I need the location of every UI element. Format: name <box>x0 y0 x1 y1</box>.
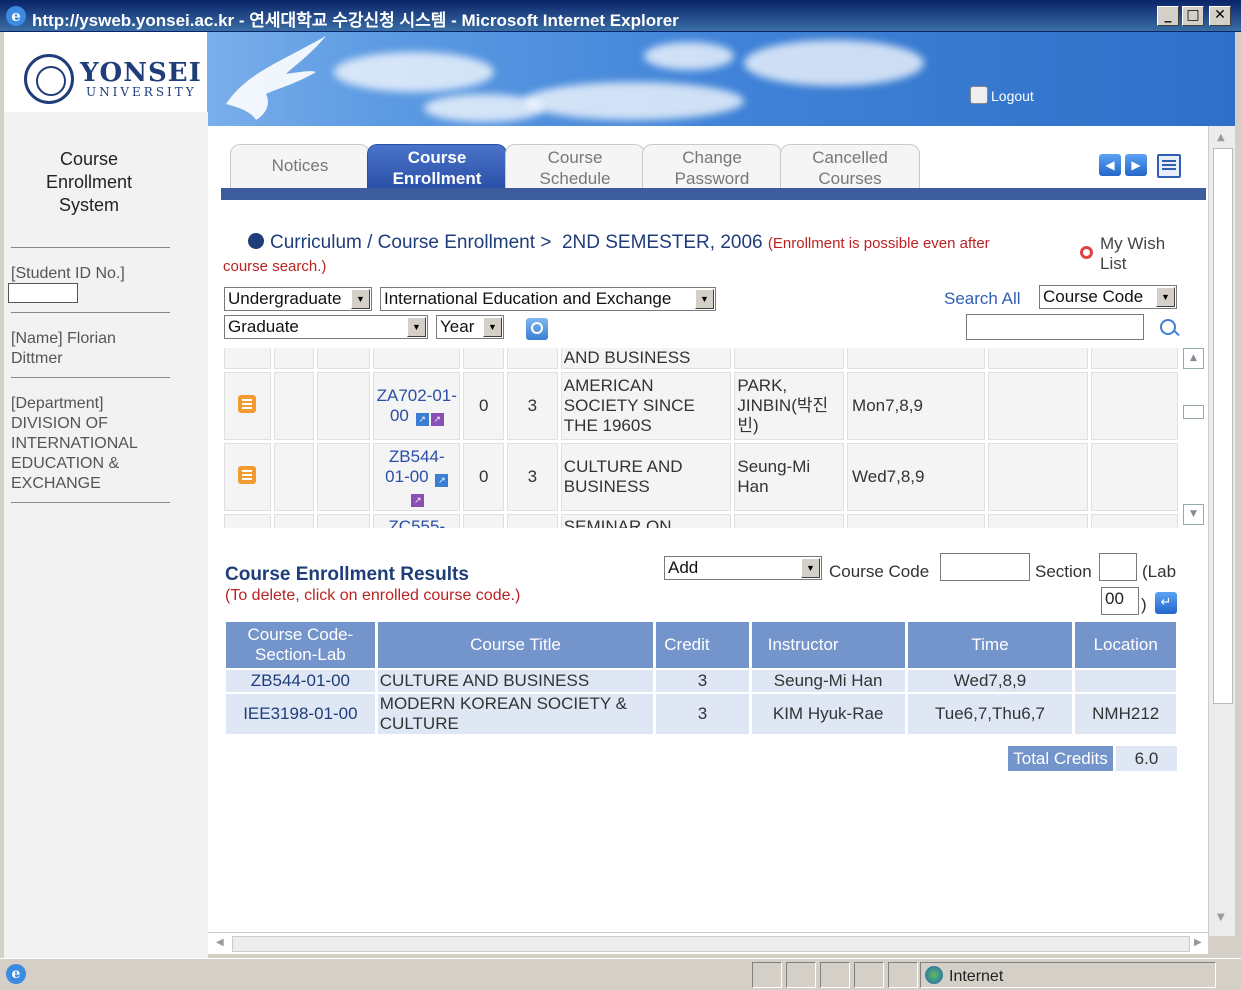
table-row: IEE3198-01-00 MODERN KOREAN SOCIETY & CU… <box>226 694 1176 734</box>
student-name: [Name] Florian Dittmer <box>11 330 116 367</box>
internet-explorer-icon: e <box>6 6 26 26</box>
chevron-down-icon: ▼ <box>407 317 426 337</box>
table-row: ZB544- 01-00 ↗ ↗ 0 3 CULTURE AND BUSINESS … <box>224 443 1178 511</box>
link-icon: ↗ <box>435 474 449 487</box>
window-title-bar: e http://ysweb.yonsei.ac.kr - 연세대학교 수강신청… <box>0 0 1241 32</box>
link-icon: ↗ <box>415 413 429 426</box>
chevron-down-icon: ▼ <box>483 317 502 337</box>
enter-icon[interactable]: ↵ <box>1155 592 1177 614</box>
level-select[interactable]: Undergraduate ▼ <box>224 287 372 311</box>
chevron-down-icon: ▼ <box>695 289 714 309</box>
page-icon: e <box>6 964 26 984</box>
eagle-icon <box>226 36 326 120</box>
scroll-up-icon: ▲ <box>1217 132 1225 143</box>
table-row: ZA702-01- 00 ↗ ↗ 0 3 AMERICAN SOCIETY SINC… <box>224 372 1178 440</box>
tab-underline <box>221 188 1206 200</box>
print-icon[interactable] <box>1157 154 1181 178</box>
course-code-label: Course Code <box>829 562 930 581</box>
tab-notices[interactable]: Notices <box>230 144 370 190</box>
department-select[interactable]: International Education and Exchange ▼ <box>380 287 716 311</box>
total-credits-value: 6.0 <box>1116 746 1177 771</box>
course-code-link[interactable]: ZB544- 01-00 ↗ ↗ <box>373 443 461 511</box>
scroll-right-icon: ▶ <box>1194 937 1202 948</box>
globe-icon <box>925 966 943 984</box>
table-row: AND BUSINESS <box>224 348 1178 369</box>
detail-icon[interactable] <box>238 465 257 484</box>
syllabus-icon: ↗ <box>430 413 444 426</box>
year-select[interactable]: Year ▼ <box>436 315 504 339</box>
yonsei-seal-icon <box>24 54 74 104</box>
next-page-button[interactable]: ▶ <box>1125 154 1147 176</box>
search-input[interactable] <box>966 314 1144 340</box>
scroll-up-icon: ▲ <box>1183 348 1204 369</box>
student-id-field <box>8 283 78 303</box>
bullet-icon <box>248 233 264 249</box>
action-select[interactable]: Add ▼ <box>664 556 822 580</box>
yonsei-logo[interactable]: YONSEI UNIVERSITY <box>4 32 207 112</box>
minimize-button[interactable]: _ <box>1157 6 1179 26</box>
detail-icon[interactable] <box>238 394 257 413</box>
system-title: Course Enrollment System <box>45 149 133 215</box>
lab-input[interactable]: 00 <box>1101 587 1139 615</box>
radio-icon <box>1080 246 1093 259</box>
close-window-button[interactable]: ✕ <box>1209 6 1231 26</box>
chevron-down-icon: ▼ <box>801 558 820 578</box>
tab-course-schedule[interactable]: Course Schedule <box>505 144 645 190</box>
course-list-scrollbar[interactable]: ▲ ▼ <box>1181 348 1206 528</box>
student-id-label: [Student ID No.] <box>11 265 125 282</box>
chevron-down-icon: ▼ <box>351 289 370 309</box>
prev-page-button[interactable]: ◀ <box>1099 154 1121 176</box>
tab-change-password[interactable]: Change Password <box>642 144 782 190</box>
main-content: Notices Course Enrollment Course Schedule … <box>208 126 1208 936</box>
logout-link[interactable]: Logout <box>970 86 1034 104</box>
page-vertical-scrollbar[interactable]: ▲ ▼ <box>1208 126 1235 936</box>
table-row: ZC555- SEMINAR ON <box>224 514 1178 528</box>
section-label: Section <box>1035 562 1092 581</box>
enrolled-course-code[interactable]: IEE3198-01-00 <box>226 694 375 734</box>
course-code-input[interactable] <box>940 553 1030 581</box>
course-list-frame: AND BUSINESS ZA702-01- 00 ↗ ↗ 0 3 AMERICAN… <box>221 348 1206 528</box>
logout-icon <box>970 86 988 104</box>
scroll-thumb <box>1183 405 1204 419</box>
status-bar: e Internet <box>0 958 1241 990</box>
security-icon <box>786 962 816 988</box>
program-select[interactable]: Graduate ▼ <box>224 315 428 339</box>
maximize-button[interactable]: □ <box>1182 6 1204 26</box>
scroll-down-icon: ▼ <box>1183 504 1204 525</box>
left-sidebar: Course Enrollment System [Student ID No.… <box>4 112 208 958</box>
security-zone: Internet <box>920 962 1216 988</box>
table-row: ZB544-01-00 CULTURE AND BUSINESS 3 Seung… <box>226 670 1176 692</box>
enrolled-course-code[interactable]: ZB544-01-00 <box>226 670 375 692</box>
scroll-left-icon: ◀ <box>216 937 224 948</box>
search-by-select[interactable]: Course Code ▼ <box>1039 285 1177 309</box>
search-all-label: Search All <box>944 289 1021 308</box>
my-wish-list-link[interactable]: My Wish List <box>1080 234 1165 274</box>
search-button[interactable] <box>526 318 548 340</box>
course-list-table: AND BUSINESS ZA702-01- 00 ↗ ↗ 0 3 AMERICAN… <box>221 348 1181 528</box>
results-title: Course Enrollment Results <box>225 564 469 585</box>
results-note: (To delete, click on enrolled course cod… <box>225 587 521 604</box>
window-title: http://ysweb.yonsei.ac.kr - 연세대학교 수강신청 시… <box>32 11 679 30</box>
scroll-thumb <box>1213 148 1233 704</box>
scroll-thumb <box>232 936 1190 952</box>
tab-cancelled-courses[interactable]: Cancelled Courses <box>780 144 920 190</box>
chevron-down-icon: ▼ <box>1156 287 1175 307</box>
page-horizontal-scrollbar[interactable]: ◀ ▶ <box>208 932 1208 954</box>
total-credits-label: Total Credits <box>1008 746 1113 771</box>
section-input[interactable] <box>1099 553 1137 581</box>
breadcrumb: Curriculum / Course Enrollment > 2ND SEM… <box>248 232 990 254</box>
results-table: Course Code-Section-Lab Course Title Cre… <box>223 620 1179 736</box>
syllabus-icon: ↗ <box>411 494 425 507</box>
lab-label: (Lab <box>1142 562 1177 581</box>
student-department: [Department] DIVISION OF INTERNATIONAL E… <box>11 395 138 492</box>
search-icon[interactable] <box>1158 317 1180 339</box>
tab-course-enrollment[interactable]: Course Enrollment <box>367 144 507 190</box>
enrollment-note: course search.) <box>223 258 327 275</box>
course-code-link[interactable]: ZA702-01- 00 ↗ ↗ <box>373 372 461 440</box>
scroll-down-icon: ▼ <box>1217 912 1225 923</box>
